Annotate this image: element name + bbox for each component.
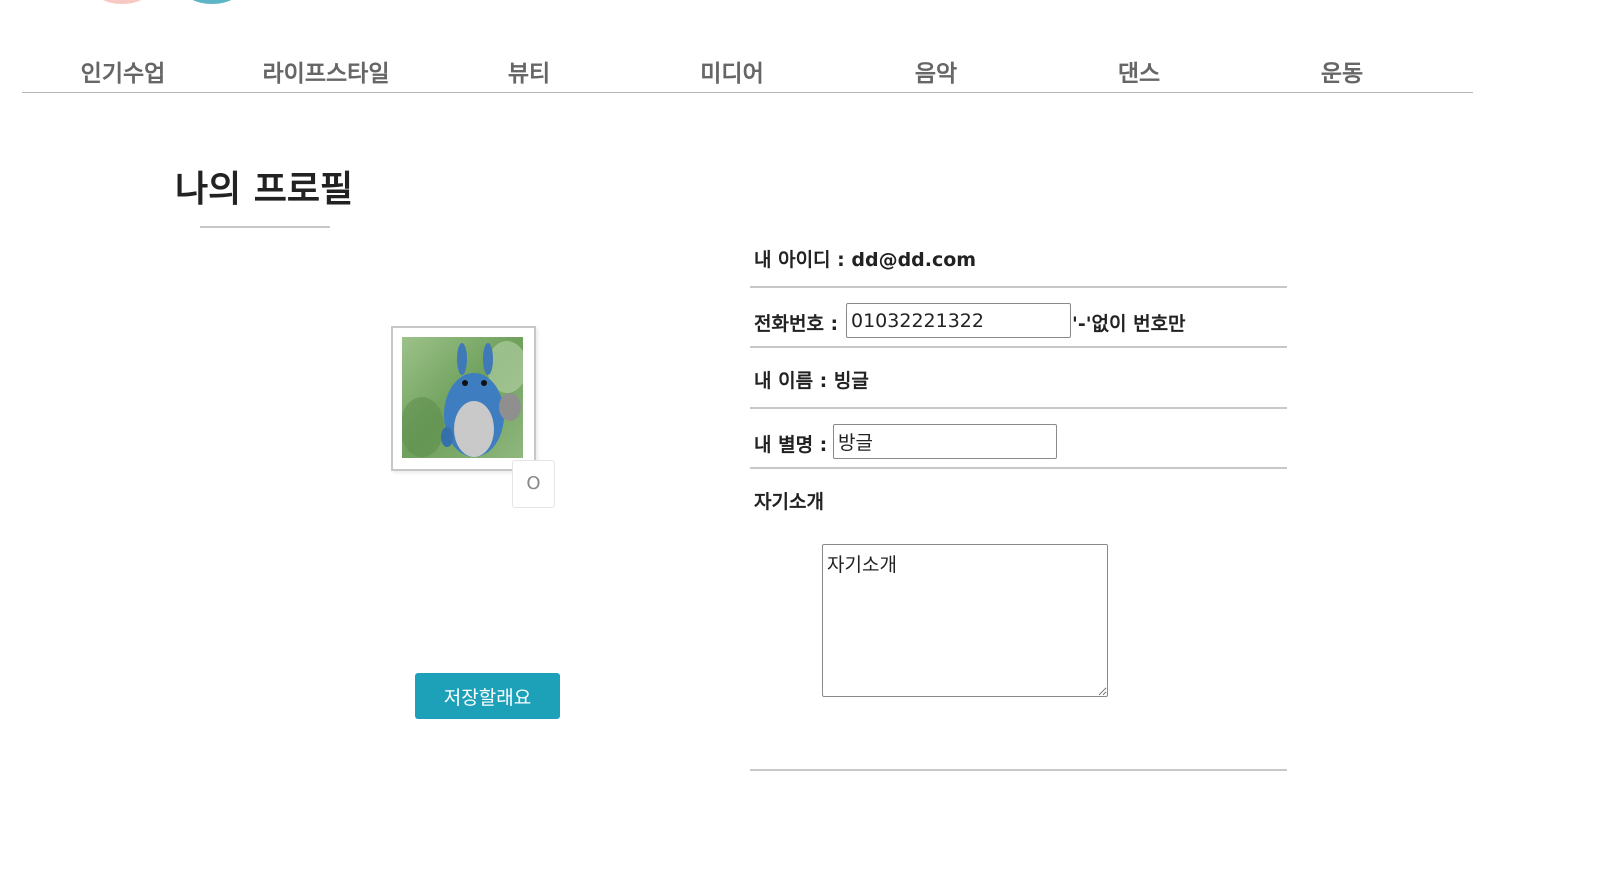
intro-textarea[interactable]: 자기소개 xyxy=(822,544,1108,697)
row-divider xyxy=(750,346,1287,348)
profile-name-value: 빙글 xyxy=(833,370,869,392)
phone-input[interactable] xyxy=(846,303,1071,338)
category-nav: 인기수업 라이프스타일 뷰티 미디어 음악 댄스 운동 xyxy=(22,48,1473,93)
logo-circle-pink xyxy=(92,0,152,4)
avatar-change-button[interactable]: O xyxy=(512,460,555,508)
logo-circle-teal xyxy=(182,0,242,4)
nav-item-dance[interactable]: 댄스 xyxy=(1049,54,1229,88)
row-divider xyxy=(750,467,1287,469)
row-divider xyxy=(750,407,1287,409)
profile-avatar xyxy=(391,326,536,471)
profile-intro-label: 자기소개 xyxy=(754,491,824,513)
profile-phone-row: 전화번호 : '-'없이 번호만 xyxy=(750,303,1287,339)
nav-item-popular[interactable]: 인기수업 xyxy=(33,54,213,88)
nav-item-lifestyle[interactable]: 라이프스타일 xyxy=(236,54,416,88)
avatar-image xyxy=(402,337,523,458)
nav-item-beauty[interactable]: 뷰티 xyxy=(439,54,619,88)
page-title: 나의 프로필 xyxy=(175,169,354,210)
profile-phone-label: 전화번호 : xyxy=(754,313,839,335)
profile-name-row: 내 이름 : 빙글 xyxy=(750,366,1287,396)
row-divider xyxy=(750,769,1287,771)
save-button[interactable]: 저장할래요 xyxy=(415,673,560,719)
nickname-input[interactable] xyxy=(833,424,1057,459)
phone-hint: '-'없이 번호만 xyxy=(1072,313,1186,335)
row-divider xyxy=(750,286,1287,288)
profile-nickname-row: 내 별명 : xyxy=(750,424,1287,460)
profile-id-value: dd@dd.com xyxy=(851,249,977,271)
nav-item-exercise[interactable]: 운동 xyxy=(1252,54,1432,88)
nav-item-music[interactable]: 음악 xyxy=(846,54,1026,88)
profile-name-label: 내 이름 : 빙글 xyxy=(754,370,869,392)
profile-id-row: 내 아이디 : dd@dd.com xyxy=(750,245,1287,275)
title-underline xyxy=(200,226,330,228)
profile-intro-row: 자기소개 xyxy=(750,487,1287,517)
nav-item-media[interactable]: 미디어 xyxy=(642,54,822,88)
profile-id-label: 내 아이디 : dd@dd.com xyxy=(754,249,977,271)
profile-nickname-label: 내 별명 : xyxy=(754,434,828,456)
